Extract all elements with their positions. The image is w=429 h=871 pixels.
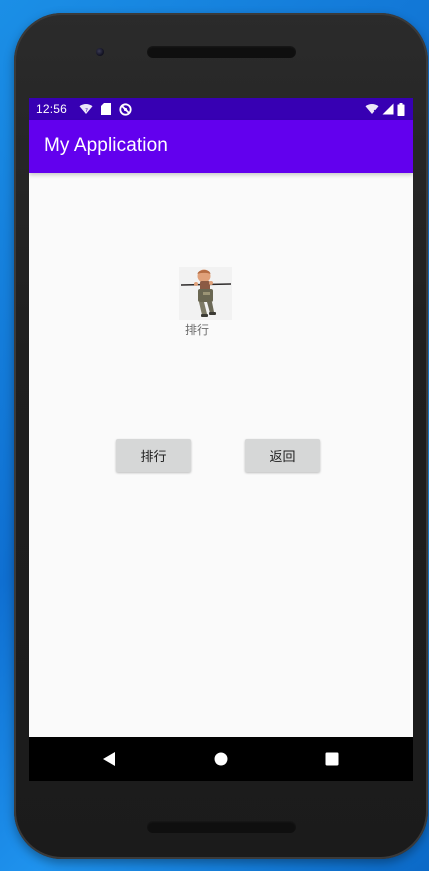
svg-text:?: ?	[85, 108, 88, 114]
back-triangle-icon	[103, 752, 115, 766]
wifi-x-icon	[365, 103, 379, 115]
app-bar: My Application	[29, 120, 413, 173]
bottom-speaker	[147, 821, 296, 833]
nav-recent-button[interactable]	[302, 737, 362, 781]
rank-button[interactable]: 排行	[116, 439, 191, 472]
character-figure-icon	[179, 267, 232, 320]
sd-card-icon	[101, 103, 111, 115]
character-avatar[interactable]	[179, 267, 232, 320]
main-content: 排行 排行 返回	[29, 173, 413, 737]
nav-back-button[interactable]	[79, 737, 139, 781]
nav-home-button[interactable]	[191, 737, 251, 781]
status-left-icons: ?	[79, 102, 132, 116]
avatar-caption: 排行	[185, 323, 210, 337]
status-bar: 12:56 ?	[29, 98, 413, 120]
wifi-question-icon: ?	[79, 103, 93, 115]
cellular-signal-icon	[382, 103, 394, 115]
app-title: My Application	[44, 135, 168, 156]
top-speaker	[147, 46, 296, 58]
recent-square-icon	[325, 752, 339, 766]
home-circle-icon	[214, 752, 228, 766]
phone-frame: 12:56 ? My Application 排行 排行 返回	[14, 13, 428, 859]
battery-icon	[397, 102, 405, 116]
status-time: 12:56	[36, 102, 68, 116]
front-camera	[96, 48, 104, 56]
status-right-icons	[365, 102, 405, 116]
no-sync-icon	[119, 102, 132, 116]
back-button[interactable]: 返回	[245, 439, 320, 472]
device-screen: 12:56 ? My Application 排行 排行 返回	[29, 98, 413, 781]
navigation-bar	[29, 737, 413, 781]
